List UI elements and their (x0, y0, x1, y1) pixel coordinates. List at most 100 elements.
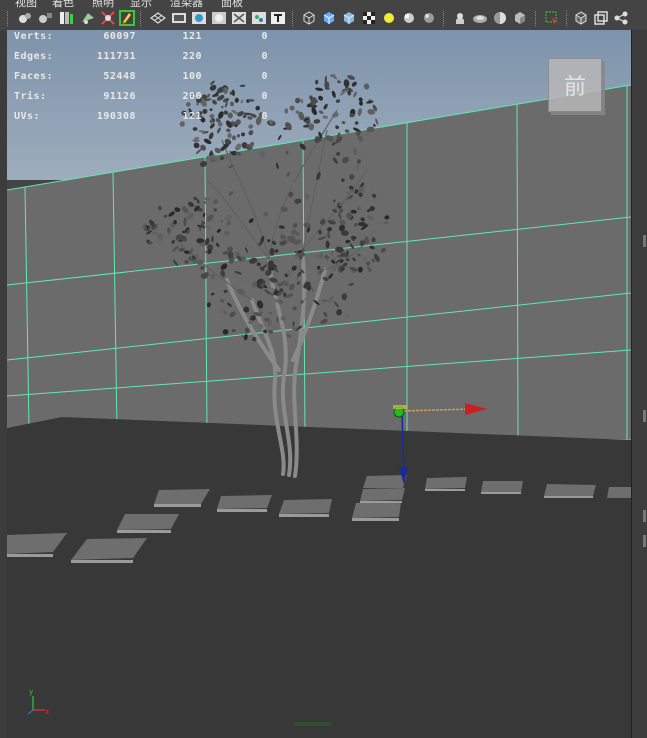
backface-icon[interactable] (573, 10, 589, 26)
ambient-occlusion-icon[interactable] (421, 10, 437, 26)
textured-icon[interactable] (361, 10, 377, 26)
menu-view[interactable]: 视图 (15, 0, 37, 8)
hud-value-selected: 121 (182, 111, 202, 122)
two-d-pan-icon[interactable] (100, 10, 116, 26)
stepping-stone (279, 499, 332, 514)
toolbar-separator (292, 11, 295, 26)
stepping-stone (217, 495, 272, 509)
hud-label: Edges: (14, 51, 54, 62)
leaf (210, 273, 216, 280)
maya-viewport-window: 视图 着色 照明 显示 渲染器 面板 y z Verts: 60097 121 … (0, 0, 647, 738)
stone-edge (360, 501, 402, 503)
stepping-stone (154, 489, 210, 504)
stone-edge (544, 496, 593, 498)
view-transform-icon[interactable] (613, 10, 629, 26)
hud-value-scene: 60097 (103, 31, 136, 42)
hud-value-component: 0 (261, 71, 268, 82)
stone-edge (425, 489, 465, 491)
hud-value-component: 0 (261, 51, 268, 62)
scroll-marker (643, 410, 646, 422)
camera-select-icon[interactable] (17, 10, 33, 26)
stone-edge (7, 554, 53, 557)
field-chart-icon[interactable] (231, 10, 247, 26)
stepping-stone (481, 481, 523, 492)
xray-active-icon[interactable] (544, 10, 560, 26)
scroll-marker (643, 535, 646, 547)
hud-label: Verts: (14, 31, 54, 42)
toolbar-separator (140, 11, 143, 26)
toolbar-separator (7, 11, 10, 26)
hud-value-scene: 91126 (103, 91, 136, 102)
grease-pencil-icon[interactable] (119, 10, 135, 26)
shadows-icon[interactable] (401, 10, 417, 26)
xray-joints-icon[interactable] (512, 10, 528, 26)
safe-action-icon[interactable] (251, 10, 267, 26)
hud-label: UVs: (14, 111, 41, 122)
select-highlight-icon[interactable] (593, 10, 609, 26)
hud-value-scene: 190308 (96, 111, 136, 122)
manip-plane-handle[interactable] (393, 405, 407, 409)
hud-value-selected: 200 (182, 91, 202, 102)
xray-icon[interactable] (492, 10, 508, 26)
panel-right-border (631, 30, 647, 738)
hud-value-selected: 100 (182, 71, 202, 82)
stepping-stone (425, 477, 467, 489)
gate-mask-icon[interactable] (211, 10, 227, 26)
hud-value-component: 0 (261, 91, 268, 102)
stepping-stone (363, 475, 407, 488)
grid-icon[interactable] (150, 10, 166, 26)
camera-attributes-icon[interactable] (37, 10, 53, 26)
perspective-viewport[interactable]: y z (7, 30, 631, 738)
motion-blur-icon[interactable] (452, 10, 468, 26)
stepping-stone (352, 502, 401, 518)
hud-label: Faces: (14, 71, 54, 82)
scroll-marker (643, 235, 646, 247)
leaf (284, 108, 289, 114)
wireframe-icon[interactable] (301, 10, 317, 26)
viewport-bottom-indicator (294, 722, 332, 726)
leaf (276, 316, 279, 324)
hud-value-selected: 220 (182, 51, 202, 62)
hud-value-scene: 52448 (103, 71, 136, 82)
stepping-stone (544, 484, 596, 496)
axis-y-label: y (29, 688, 33, 696)
view-cube[interactable]: 前 (548, 58, 602, 112)
menu-lighting[interactable]: 照明 (92, 0, 114, 8)
isolate-select-icon[interactable] (472, 10, 488, 26)
lights-icon[interactable] (381, 10, 397, 26)
panel-toolbar (0, 8, 647, 31)
menu-panels[interactable]: 面板 (221, 0, 243, 8)
resolution-gate-icon[interactable] (191, 10, 207, 26)
hud-value-scene: 111731 (96, 51, 136, 62)
safe-title-icon[interactable] (270, 10, 286, 26)
hud-value-selected: 121 (182, 31, 202, 42)
panel-menu-bar: 视图 着色 照明 显示 渲染器 面板 (0, 0, 647, 8)
toolbar-separator (535, 11, 538, 26)
stone-edge (217, 509, 267, 512)
hud-label: Tris: (14, 91, 47, 102)
view-cube-front-label[interactable]: 前 (549, 69, 601, 101)
stone-edge (481, 492, 521, 494)
smooth-shade-icon[interactable] (321, 10, 337, 26)
floor-plane (7, 417, 631, 738)
image-plane-icon[interactable] (80, 10, 96, 26)
stone-edge (352, 518, 399, 521)
hud-value-component: 0 (261, 111, 268, 122)
menu-shading[interactable]: 着色 (52, 0, 74, 8)
stone-edge (154, 504, 201, 507)
hud-value-component: 0 (261, 31, 268, 42)
scene-canvas[interactable]: y z (7, 30, 631, 738)
stepping-stone (607, 487, 631, 498)
bookmark-icon[interactable] (58, 10, 74, 26)
axis-z-label: z (45, 708, 49, 716)
menu-show[interactable]: 显示 (130, 0, 152, 8)
stepping-stone (360, 488, 405, 501)
default-material-icon[interactable] (341, 10, 357, 26)
film-gate-icon[interactable] (171, 10, 187, 26)
stone-edge (279, 514, 329, 517)
scroll-marker (643, 510, 646, 522)
menu-renderer[interactable]: 渲染器 (170, 0, 203, 8)
stepping-stone (117, 514, 179, 530)
stone-edge (71, 560, 133, 563)
toolbar-separator (443, 11, 446, 26)
